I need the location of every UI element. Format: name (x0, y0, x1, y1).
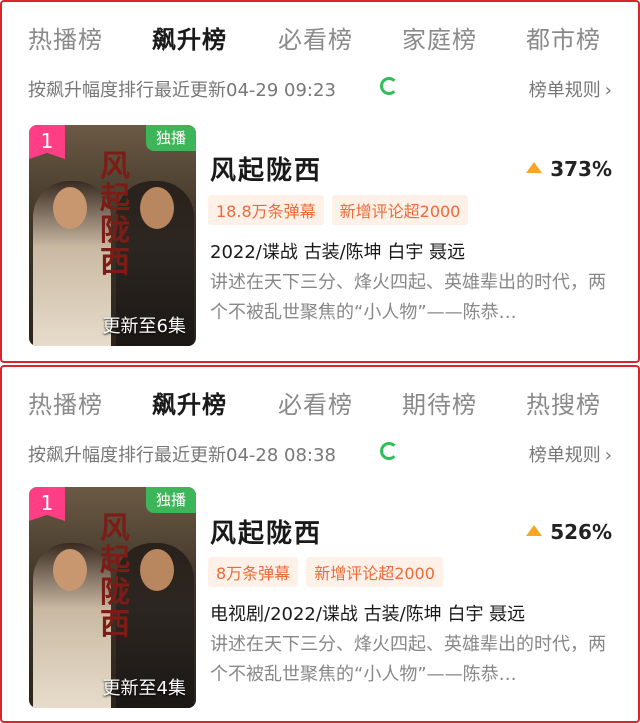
ranking-panel: 热播榜 飙升榜 必看榜 期待榜 热搜榜 按飙升幅度排行最近更新04-28 08:… (0, 365, 640, 723)
tab-bar: 热播榜 飙升榜 必看榜 家庭榜 都市榜 (2, 2, 638, 68)
tab-rising[interactable]: 飙升榜 (152, 20, 227, 55)
tab-must-watch[interactable]: 必看榜 (278, 20, 353, 55)
ranking-rules-link[interactable]: 榜单规则 › (529, 441, 612, 467)
ranking-subbar: 按飙升幅度排行最近更新04-28 08:38 榜单规则 › (28, 439, 612, 469)
exclusive-badge: 独播 (145, 125, 196, 151)
poster-head-left (53, 549, 87, 591)
refresh-icon[interactable] (380, 442, 398, 460)
show-meta: 2022/谍战 古装/陈坤 白宇 聂远 (210, 242, 466, 263)
ranking-subbar: 按飙升幅度排行最近更新04-29 09:23 榜单规则 › (28, 74, 612, 104)
refresh-icon[interactable] (380, 77, 398, 95)
tab-urban[interactable]: 都市榜 (526, 20, 601, 55)
danmaku-tag: 8万条弹幕 (208, 557, 299, 587)
comment-tag: 新增评论超2000 (331, 195, 469, 225)
rise-percentage: 373% (526, 157, 612, 181)
show-title[interactable]: 风起陇西 (210, 513, 322, 550)
ranking-panel: 热播榜 飙升榜 必看榜 家庭榜 都市榜 按飙升幅度排行最近更新04-29 09:… (0, 0, 640, 363)
tab-bar: 热播榜 飙升榜 必看榜 期待榜 热搜榜 (2, 367, 638, 433)
ranking-rules-link[interactable]: 榜单规则 › (529, 76, 612, 102)
tag-list: 8万条弹幕 新增评论超2000 (208, 557, 451, 587)
poster-calligraphy: 风起陇西 (100, 511, 130, 642)
sort-description: 按飙升幅度排行最近更新04-29 09:23 (28, 80, 336, 101)
poster-calligraphy: 风起陇西 (100, 149, 130, 280)
sort-description: 按飙升幅度排行最近更新04-28 08:38 (28, 445, 336, 466)
show-description: 讲述在天下三分、烽火四起、英雄辈出的时代，两个不被乱世聚焦的“小人物”——陈恭… (210, 272, 606, 323)
poster-head-left (53, 187, 87, 229)
rank-badge: 1 (29, 125, 65, 159)
chevron-right-icon: › (604, 80, 612, 101)
poster-head-right (140, 549, 174, 591)
tab-family[interactable]: 家庭榜 (402, 20, 477, 55)
exclusive-badge: 独播 (145, 487, 196, 513)
tab-anticipated[interactable]: 期待榜 (402, 385, 477, 420)
danmaku-tag: 18.8万条弹幕 (208, 195, 324, 225)
rank-badge: 1 (29, 487, 65, 521)
tag-list: 18.8万条弹幕 新增评论超2000 (208, 195, 476, 225)
show-title[interactable]: 风起陇西 (210, 150, 322, 187)
show-description: 讲述在天下三分、烽火四起、英雄辈出的时代，两个不被乱世聚焦的“小人物”——陈恭… (210, 634, 606, 685)
episode-status: 更新至4集 (102, 678, 186, 699)
show-meta: 电视剧/2022/谍战 古装/陈坤 白宇 聂远 (210, 604, 526, 625)
tab-trending-search[interactable]: 热搜榜 (526, 385, 601, 420)
show-poster[interactable]: 风起陇西 1 独播 更新至4集 (29, 487, 196, 708)
rise-percentage: 526% (526, 520, 612, 544)
show-poster[interactable]: 风起陇西 1 独播 更新至6集 (29, 125, 196, 346)
tab-hot[interactable]: 热播榜 (28, 385, 103, 420)
tab-rising[interactable]: 飙升榜 (152, 385, 227, 420)
triangle-up-icon (526, 525, 543, 536)
tab-must-watch[interactable]: 必看榜 (278, 385, 353, 420)
poster-head-right (140, 187, 174, 229)
comment-tag: 新增评论超2000 (306, 557, 443, 587)
tab-hot[interactable]: 热播榜 (28, 20, 103, 55)
chevron-right-icon: › (604, 445, 612, 466)
triangle-up-icon (526, 162, 543, 173)
episode-status: 更新至6集 (102, 316, 186, 337)
